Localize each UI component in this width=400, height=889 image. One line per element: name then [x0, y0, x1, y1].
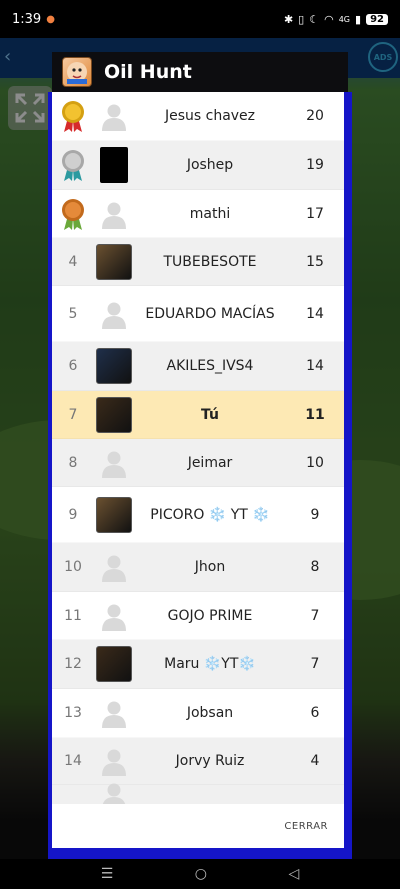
- oil-hunt-logo-icon: [67, 62, 87, 84]
- player-name: mathi: [189, 205, 231, 222]
- back-nav-icon[interactable]: ◁: [288, 866, 299, 882]
- leaderboard-row[interactable]: 11 GOJO PRIME 7: [52, 592, 344, 640]
- player-name: Joshep: [186, 157, 234, 173]
- dialog-header: Oil Hunt: [52, 52, 348, 92]
- leaderboard-row-self[interactable]: 7 Tú 11: [52, 391, 344, 439]
- rank-number: 5: [68, 305, 78, 322]
- player-score: 9: [310, 506, 320, 523]
- player-name: EDUARDO MACÍAS: [145, 305, 275, 322]
- rank-number: 12: [64, 656, 82, 672]
- avatar: [94, 644, 134, 684]
- player-score: 19: [306, 157, 324, 173]
- rank-number: 6: [68, 358, 78, 374]
- default-avatar-icon: [94, 194, 134, 234]
- leaderboard-row[interactable]: 10 Jhon 8: [52, 543, 344, 592]
- avatar: [94, 145, 134, 185]
- default-avatar-icon: [94, 294, 134, 334]
- leaderboard-row[interactable]: 12 Maru ❄️YT❄️ 7: [52, 640, 344, 689]
- network-label: 4G: [338, 14, 351, 24]
- player-name: Jeimar: [187, 454, 233, 471]
- menu-nav-icon[interactable]: ☰: [101, 866, 114, 882]
- player-score: 15: [306, 253, 324, 270]
- notification-icon: ●: [46, 13, 55, 25]
- leaderboard-row[interactable]: 14 Jorvy Ruiz 4: [52, 738, 344, 785]
- player-score: 7: [310, 607, 320, 624]
- rank-number: 11: [64, 607, 82, 624]
- player-score: 20: [306, 108, 324, 124]
- leaderboard-row[interactable]: 4 TUBEBESOTE 15: [52, 238, 344, 286]
- player-name: PICORO ❄️ YT ❄️: [150, 506, 270, 523]
- status-bar: 1:39 ● ✱ ▯ ☾ ◠ 4G ▮ 92: [0, 0, 400, 38]
- dialog-title: Oil Hunt: [104, 61, 192, 83]
- player-score: 8: [310, 559, 320, 575]
- rank-number: 8: [68, 454, 78, 471]
- default-avatar-icon: [94, 96, 134, 136]
- player-name: Jhon: [194, 559, 226, 575]
- default-avatar-icon: [94, 596, 134, 636]
- navigation-bar: ☰ ○ ◁: [0, 859, 400, 889]
- leaderboard-row[interactable]: Jesus chavez 20: [52, 92, 344, 141]
- signal-icon: ▮: [355, 12, 362, 26]
- app-logo: [62, 57, 92, 87]
- player-name: AKILES_IVS4: [166, 358, 254, 374]
- leaderboard-row[interactable]: 8 Jeimar 10: [52, 439, 344, 487]
- silver-medal-icon: [52, 148, 94, 182]
- leaderboard-row[interactable]: 5 EDUARDO MACÍAS 14: [52, 286, 344, 342]
- vibrate-icon: ▯: [298, 12, 305, 26]
- avatar: [94, 395, 134, 435]
- leaderboard-row[interactable]: Joshep 19: [52, 141, 344, 190]
- default-avatar-icon: [94, 780, 134, 804]
- player-score: 11: [305, 406, 325, 423]
- player-score: 4: [310, 753, 320, 769]
- player-name: Jobsan: [186, 705, 234, 721]
- close-button[interactable]: CERRAR: [284, 821, 328, 832]
- default-avatar-icon: [94, 547, 134, 587]
- battery-indicator: 92: [366, 13, 388, 25]
- player-score: 7: [310, 656, 320, 672]
- leaderboard-row-partial[interactable]: [52, 783, 344, 804]
- avatar: [94, 495, 134, 535]
- player-score: 6: [310, 705, 320, 721]
- gold-medal-icon: [52, 99, 94, 133]
- status-time: 1:39: [12, 11, 42, 27]
- default-avatar-icon: [94, 693, 134, 733]
- rank-number: 13: [64, 705, 82, 721]
- player-name: Tú: [201, 406, 219, 423]
- player-name: TUBEBESOTE: [163, 253, 257, 270]
- default-avatar-icon: [94, 443, 134, 483]
- avatar: [94, 346, 134, 386]
- rank-number: 10: [64, 559, 82, 575]
- rank-number: 14: [64, 753, 82, 769]
- player-score: 14: [306, 358, 324, 374]
- player-name: GOJO PRIME: [167, 607, 253, 624]
- default-avatar-icon: [94, 741, 134, 781]
- avatar: [94, 242, 134, 282]
- player-score: 10: [306, 454, 324, 471]
- player-name: Jorvy Ruiz: [175, 753, 245, 769]
- player-score: 14: [306, 305, 324, 322]
- leaderboard-row[interactable]: 6 AKILES_IVS4 14: [52, 342, 344, 391]
- player-name: Jesus chavez: [164, 108, 256, 124]
- bronze-medal-icon: [52, 197, 94, 231]
- leaderboard-row[interactable]: mathi 17: [52, 190, 344, 238]
- wifi-icon: ◠: [324, 12, 334, 26]
- leaderboard-row[interactable]: 13 Jobsan 6: [52, 689, 344, 738]
- rank-number: 9: [68, 506, 78, 523]
- leaderboard-list[interactable]: Jesus chavez 20 Joshep 19 mathi 17 4 TUBEBESOTE…: [52, 92, 344, 804]
- bluetooth-icon: ✱: [283, 12, 294, 26]
- home-nav-icon[interactable]: ○: [195, 866, 207, 882]
- player-name: Maru ❄️YT❄️: [164, 656, 256, 672]
- player-score: 17: [306, 205, 324, 222]
- dialog-footer: CERRAR: [52, 804, 344, 848]
- rank-number: 7: [68, 406, 78, 423]
- moon-icon: ☾: [309, 12, 320, 26]
- leaderboard-dialog: Oil Hunt Jesus chavez 20 Joshep 19 mathi 17 4 T…: [48, 52, 352, 860]
- rank-number: 4: [68, 253, 78, 270]
- leaderboard-row[interactable]: 9 PICORO ❄️ YT ❄️ 9: [52, 487, 344, 543]
